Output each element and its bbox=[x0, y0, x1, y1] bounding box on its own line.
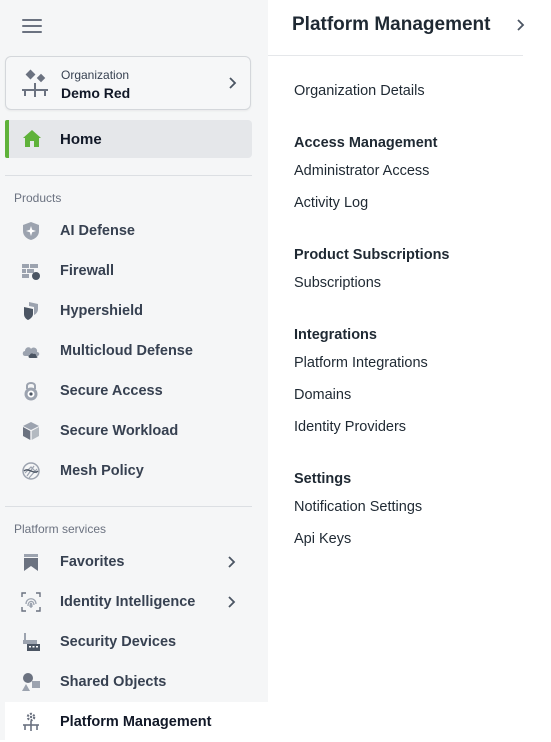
sidebar-item-favorites[interactable]: Favorites bbox=[5, 544, 252, 580]
section-label-products: Products bbox=[14, 191, 62, 205]
link-administrator-access[interactable]: Administrator Access bbox=[294, 163, 429, 179]
shapes-icon bbox=[22, 673, 40, 691]
section-label-platform-services: Platform services bbox=[14, 522, 107, 536]
lock-icon bbox=[24, 382, 38, 401]
sidebar-item-label: Mesh Policy bbox=[60, 463, 144, 479]
sidebar-item-ai-defense[interactable]: AI Defense bbox=[5, 213, 252, 249]
sidebar-item-label: Multicloud Defense bbox=[60, 343, 193, 359]
close-icon[interactable] bbox=[516, 18, 526, 32]
sidebar-item-multicloud-defense[interactable]: Multicloud Defense bbox=[5, 333, 252, 369]
sidebar-item-security-devices[interactable]: Security Devices bbox=[5, 624, 252, 660]
sidebar-item-label: AI Defense bbox=[60, 223, 135, 239]
sidebar-item-label: Security Devices bbox=[60, 634, 177, 650]
sidebar-item-hypershield[interactable]: Hypershield bbox=[5, 293, 252, 329]
sidebar-item-label: Secure Workload bbox=[60, 423, 179, 439]
group-heading-access-management: Access Management bbox=[294, 135, 438, 151]
link-subscriptions[interactable]: Subscriptions bbox=[294, 275, 381, 291]
sidebar-item-firewall[interactable]: Firewall bbox=[5, 253, 252, 289]
active-indicator bbox=[5, 120, 9, 158]
shield-sparkle-icon bbox=[23, 222, 39, 240]
group-heading-product-subscriptions: Product Subscriptions bbox=[294, 247, 450, 263]
organization-type-label: Organization bbox=[61, 68, 130, 82]
cube-icon bbox=[23, 422, 39, 440]
menu-icon[interactable] bbox=[22, 18, 42, 34]
mesh-icon bbox=[22, 462, 40, 480]
cloud-icon bbox=[22, 347, 40, 358]
devices-icon bbox=[23, 633, 40, 651]
group-heading-settings: Settings bbox=[294, 471, 352, 487]
link-api-keys[interactable]: Api Keys bbox=[294, 531, 351, 547]
sidebar-item-mesh-policy[interactable]: Mesh Policy bbox=[5, 453, 252, 489]
sidebar-item-label: Favorites bbox=[60, 554, 125, 570]
fingerprint-icon bbox=[21, 592, 41, 612]
platform-gear-icon bbox=[23, 712, 39, 731]
chevron-right-icon bbox=[229, 77, 237, 89]
sidebar-item-label: Secure Access bbox=[60, 383, 163, 399]
link-identity-providers[interactable]: Identity Providers bbox=[294, 419, 406, 435]
sidebar-item-label: Identity Intelligence bbox=[60, 594, 196, 610]
divider bbox=[268, 55, 523, 56]
sidebar-item-label: Firewall bbox=[60, 263, 114, 279]
sidebar-item-shared-objects[interactable]: Shared Objects bbox=[5, 664, 252, 700]
chevron-right-icon bbox=[228, 556, 236, 568]
link-platform-integrations[interactable]: Platform Integrations bbox=[294, 355, 428, 371]
home-icon bbox=[23, 130, 41, 147]
sidebar-item-label: Shared Objects bbox=[60, 674, 167, 690]
panel-title: Platform Management bbox=[292, 14, 491, 35]
hypershield-icon bbox=[24, 302, 38, 320]
sidebar-item-secure-access[interactable]: Secure Access bbox=[5, 373, 252, 409]
sidebar-item-home[interactable]: Home bbox=[5, 120, 252, 158]
platform-management-panel: Platform Management Organization Details… bbox=[268, 0, 551, 740]
link-activity-log[interactable]: Activity Log bbox=[294, 195, 368, 211]
sidebar: Organization Demo Red Home Products AI D… bbox=[0, 0, 268, 742]
group-heading-integrations: Integrations bbox=[294, 327, 377, 343]
divider bbox=[5, 175, 252, 176]
sidebar-item-platform-management[interactable]: Platform Management bbox=[5, 702, 268, 742]
organization-icon bbox=[22, 69, 48, 97]
divider bbox=[5, 506, 252, 507]
sidebar-item-label: Hypershield bbox=[60, 303, 143, 319]
sidebar-item-label: Home bbox=[60, 131, 102, 148]
sidebar-item-identity-intelligence[interactable]: Identity Intelligence bbox=[5, 584, 252, 620]
organization-switcher[interactable]: Organization Demo Red bbox=[5, 56, 251, 110]
firewall-icon bbox=[22, 264, 40, 280]
sidebar-item-label: Platform Management bbox=[60, 714, 212, 730]
sidebar-item-secure-workload[interactable]: Secure Workload bbox=[5, 413, 252, 449]
link-domains[interactable]: Domains bbox=[294, 387, 351, 403]
organization-name: Demo Red bbox=[61, 85, 131, 101]
link-organization-details[interactable]: Organization Details bbox=[294, 83, 425, 99]
bookmark-icon bbox=[24, 554, 38, 571]
chevron-right-icon bbox=[228, 596, 236, 608]
link-notification-settings[interactable]: Notification Settings bbox=[294, 499, 422, 515]
